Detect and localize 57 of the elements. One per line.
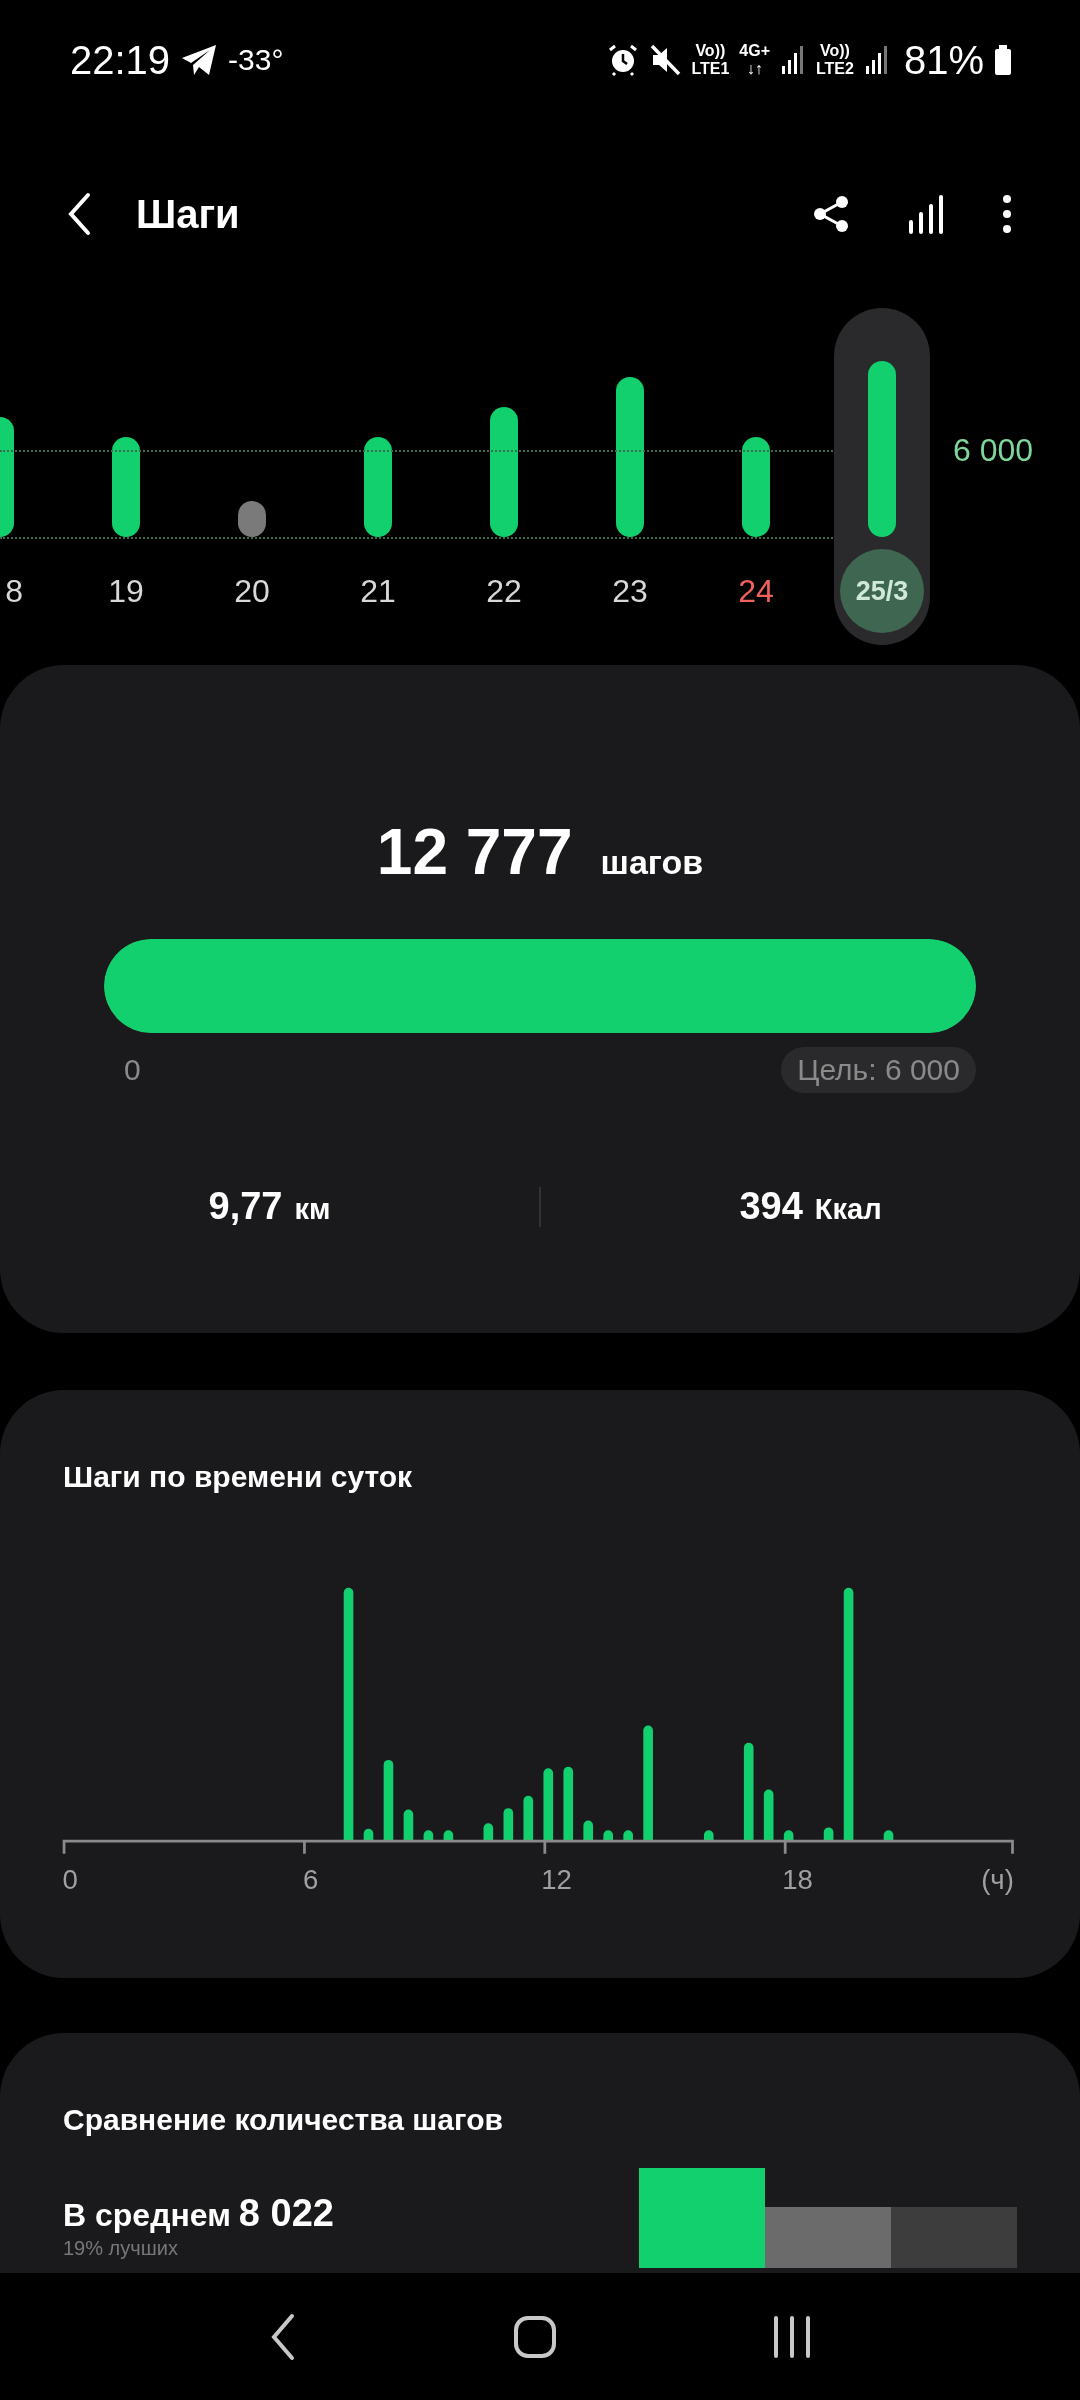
back-icon[interactable]	[66, 192, 92, 236]
date-badge[interactable]: 25/3	[840, 549, 924, 633]
axis-label: 12	[541, 1864, 572, 1896]
battery-icon	[994, 45, 1012, 75]
paper-plane-icon	[180, 42, 219, 78]
mute-icon	[649, 43, 682, 77]
more-options-icon[interactable]	[1002, 194, 1012, 234]
step-unit: шагов	[600, 843, 704, 882]
day-bar[interactable]	[742, 437, 770, 537]
day-label[interactable]: 21	[360, 572, 396, 610]
signal-icon	[863, 44, 890, 76]
day-bar[interactable]	[616, 377, 644, 537]
average-label: В среднем	[63, 2197, 231, 2234]
network-label: Vo))	[820, 42, 850, 60]
home-icon[interactable]	[513, 2314, 557, 2359]
card-title: Шаги по времени суток	[62, 1459, 414, 1495]
network-label: ↓↑	[746, 60, 763, 78]
clock-time: 22:19	[70, 37, 171, 83]
day-label[interactable]: 22	[486, 572, 522, 610]
alarm-clock-icon	[607, 43, 640, 77]
temperature: -33°	[228, 43, 284, 77]
bar-chart-icon[interactable]	[908, 194, 944, 234]
day-label[interactable]: 8	[5, 572, 23, 610]
signal-icon	[780, 44, 806, 76]
scale-min-label: 0	[124, 1053, 141, 1087]
axis-label: 0	[62, 1864, 78, 1896]
stat-value: 394	[739, 1185, 803, 1228]
step-count: 12 777	[376, 815, 573, 889]
stat-value: 9,77	[208, 1185, 283, 1228]
page-title: Шаги	[136, 191, 240, 237]
day-bar[interactable]	[868, 361, 896, 537]
stat-unit: км	[294, 1193, 331, 1226]
day-label[interactable]: 23	[612, 572, 648, 610]
day-bar[interactable]	[364, 437, 392, 537]
rank-note: 19% лучших	[63, 2237, 179, 2260]
day-label[interactable]: 19	[108, 572, 144, 610]
goal-value: 6 000	[953, 432, 1034, 469]
axis-label: 6	[302, 1864, 319, 1896]
goal-chip: Цель: 6 000	[781, 1047, 976, 1093]
stat-unit: Ккал	[814, 1193, 882, 1226]
average-value: 8 022	[238, 2192, 334, 2235]
day-label[interactable]: 20	[234, 572, 270, 610]
day-bar[interactable]	[112, 437, 140, 537]
selected-day-highlight[interactable]: 25/3	[834, 308, 930, 645]
day-bar[interactable]	[238, 501, 266, 537]
day-bar[interactable]	[490, 407, 518, 537]
network-label: 4G+	[739, 42, 770, 60]
battery-percent: 81%	[903, 37, 984, 83]
recent-apps-icon[interactable]	[772, 2314, 813, 2359]
share-icon[interactable]	[812, 194, 850, 234]
axis-label: 18	[782, 1864, 813, 1896]
network-label: Vo))	[695, 42, 726, 60]
network-label: LTE2	[816, 60, 854, 78]
card-title: Сравнение количества шагов	[62, 2102, 504, 2138]
axis-label: (ч)	[981, 1864, 1014, 1896]
day-label[interactable]: 24	[738, 572, 774, 610]
network-label: LTE1	[691, 60, 730, 78]
